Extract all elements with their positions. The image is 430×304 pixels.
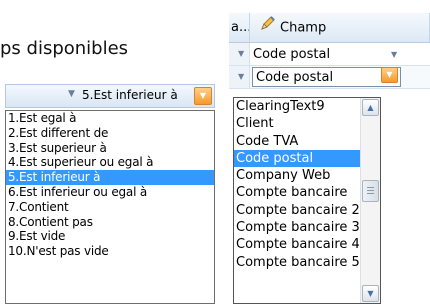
available-fields-heading: ps disponibles xyxy=(0,38,129,59)
operator-option[interactable]: 9.Est vide xyxy=(6,229,214,244)
column-header-champ[interactable]: Champ xyxy=(250,13,430,43)
field-option[interactable]: Compte bancaire 3 xyxy=(234,219,360,236)
operator-selected-value: 5.Est inferieur à xyxy=(82,88,178,102)
operator-option[interactable]: 8.Contient pas xyxy=(6,215,214,230)
operator-option[interactable]: 1.Est egal à xyxy=(6,111,214,126)
field-option[interactable]: Compte bancaire 2 xyxy=(234,202,360,219)
scroll-down-arrow-icon[interactable]: ▼ xyxy=(362,285,379,302)
field-option-selected[interactable]: Code postal xyxy=(234,149,360,168)
operator-option-selected[interactable]: 5.Est inferieur à xyxy=(6,170,214,185)
vertical-scrollbar[interactable]: ▲ ▼ xyxy=(360,98,380,303)
scroll-up-arrow-icon[interactable]: ▲ xyxy=(362,99,379,116)
operator-option[interactable]: 2.Est different de xyxy=(6,126,214,141)
field-option[interactable]: Compte bancaire 4 xyxy=(234,236,360,253)
fields-grid: a... Champ ▼ Code postal ▼ ▼ Code postal… xyxy=(229,13,430,97)
operator-dropdown-button[interactable]: ▼ xyxy=(194,87,212,105)
operator-combobox[interactable]: ▼ 5.Est inferieur à ▼ xyxy=(5,84,215,108)
grid-row-editing[interactable]: ▼ Code postal ▼ xyxy=(229,66,430,89)
operator-option[interactable]: 10.N'est pas vide xyxy=(6,244,214,259)
champ-header-label: Champ xyxy=(280,20,327,36)
field-cell-value[interactable]: Code postal xyxy=(253,47,330,62)
operator-list[interactable]: 1.Est egal à 2.Est different de 3.Est su… xyxy=(5,110,215,304)
row-arrow-icon: ▼ xyxy=(238,49,245,58)
operator-option[interactable]: 4.Est superieur ou egal à xyxy=(6,155,214,170)
field-option[interactable]: Company Web xyxy=(234,167,360,184)
field-option[interactable]: Client xyxy=(234,115,360,132)
field-dropdown-list[interactable]: ClearingText9 Client Code TVA Code posta… xyxy=(233,97,381,304)
field-option[interactable]: Compte bancaire 5 xyxy=(234,254,360,271)
operator-option[interactable]: 6.Est inferieur ou egal à xyxy=(6,185,214,200)
field-editor-value[interactable]: Code postal xyxy=(256,70,333,85)
column-header-a[interactable]: a... xyxy=(229,13,250,43)
operator-option[interactable]: 7.Contient xyxy=(6,200,214,215)
scrollbar-thumb[interactable] xyxy=(362,180,379,202)
field-option[interactable]: Compte bancaire xyxy=(234,184,360,201)
operator-option[interactable]: 3.Est superieur à xyxy=(6,141,214,156)
field-option[interactable]: ClearingText9 xyxy=(234,98,360,115)
field-option[interactable]: Code TVA xyxy=(234,133,360,150)
pencil-icon xyxy=(260,13,276,42)
grid-row[interactable]: ▼ Code postal ▼ xyxy=(229,43,430,66)
field-combobox-editor[interactable]: Code postal xyxy=(252,67,401,87)
filter-arrow-icon: ▼ xyxy=(68,89,75,99)
cell-dropdown-arrow-icon[interactable]: ▼ xyxy=(391,50,397,59)
row-arrow-icon: ▼ xyxy=(238,72,245,81)
field-dropdown-button[interactable]: ▼ xyxy=(381,67,398,83)
